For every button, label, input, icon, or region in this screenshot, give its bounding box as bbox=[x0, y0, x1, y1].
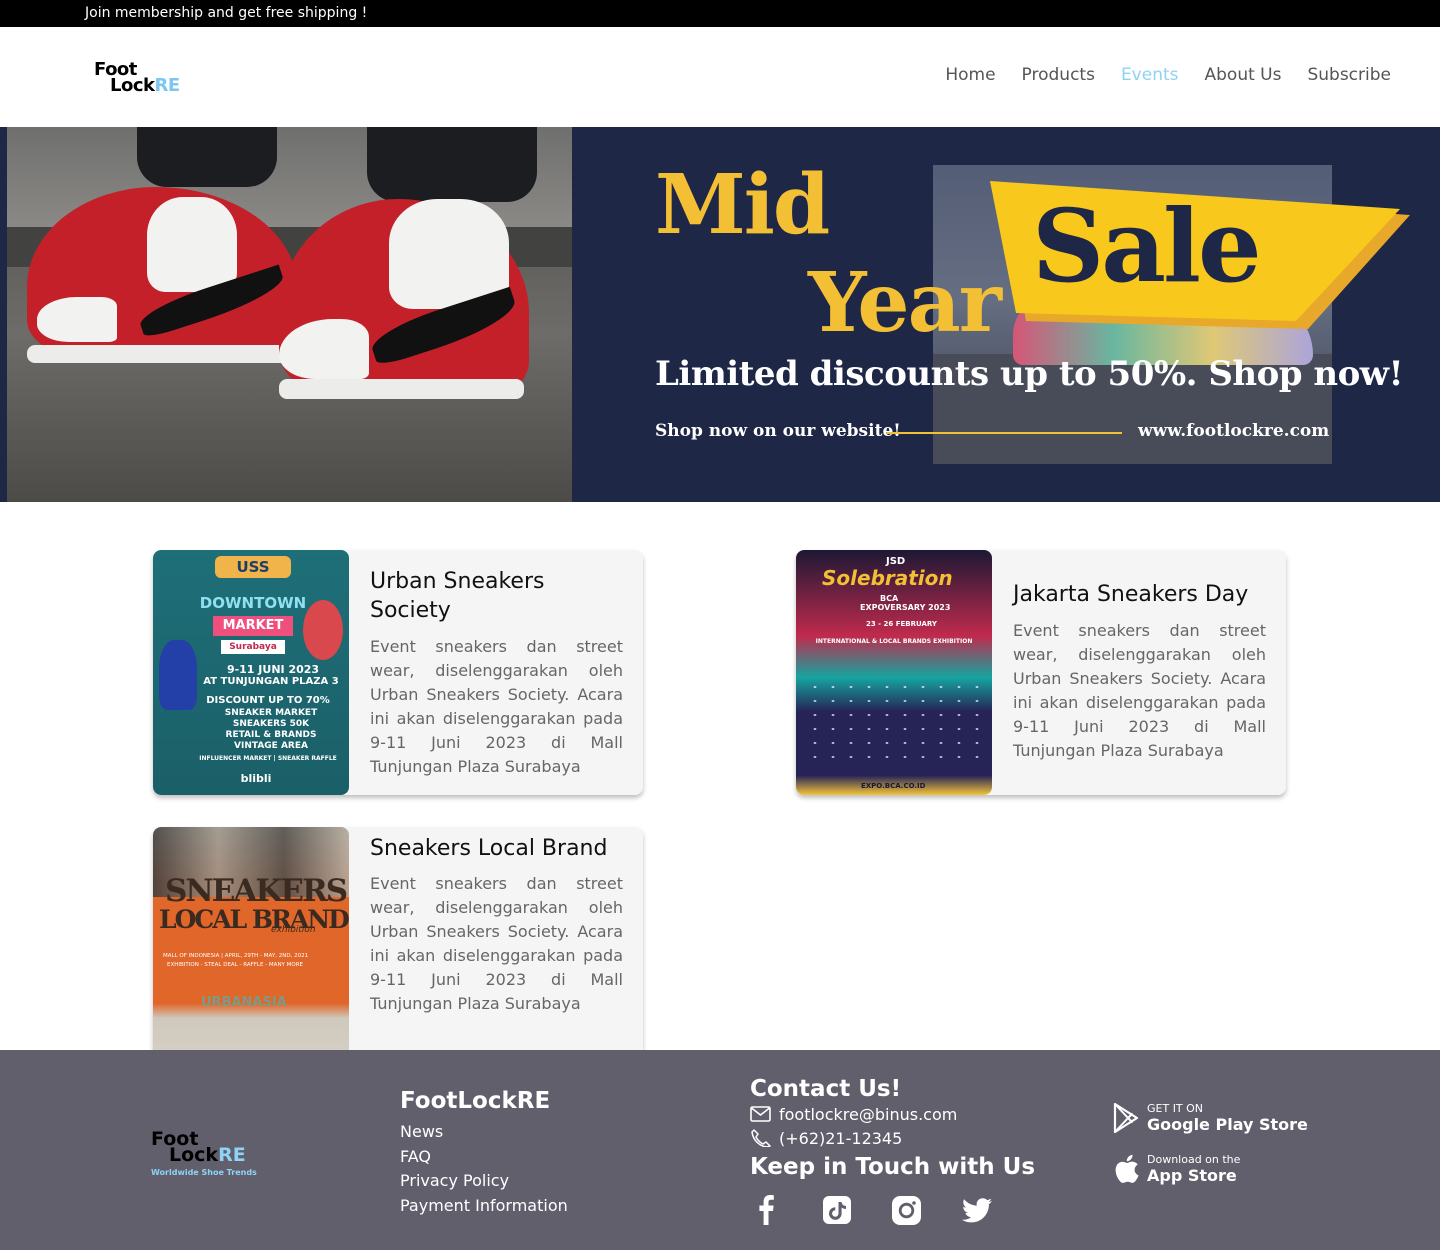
logo-line2: LockRE bbox=[110, 75, 180, 96]
app-store-small: Download on the bbox=[1147, 1153, 1241, 1166]
banner-mid: Mid bbox=[655, 157, 830, 253]
poster-uss-item-3: RETAIL & BRANDS bbox=[225, 730, 317, 740]
poster-uss-line1: DOWNTOWN bbox=[199, 594, 307, 612]
footer-contact: Contact Us! footlockre@binus.com (+62)21… bbox=[750, 1076, 1035, 1180]
banner-tagline: Limited discounts up to 50%. Shop now! bbox=[655, 354, 1404, 394]
tiktok-icon[interactable] bbox=[823, 1196, 851, 1228]
footer-logo-re: RE bbox=[218, 1144, 246, 1166]
phone-icon bbox=[751, 1129, 771, 1147]
poster-jsd-url: EXPO.BCA.CO.ID bbox=[861, 782, 926, 790]
mail-icon bbox=[750, 1106, 771, 1122]
instagram-icon[interactable] bbox=[892, 1196, 921, 1229]
poster-uss-city: Surabaya bbox=[221, 640, 285, 654]
poster-uss-item-1: SNEAKER MARKET bbox=[224, 708, 318, 718]
google-play-small: GET IT ON bbox=[1147, 1102, 1204, 1115]
poster-uss-discount: DISCOUNT UP TO 70% bbox=[206, 695, 330, 706]
contact-phone[interactable]: (+62)21-12345 bbox=[779, 1129, 902, 1148]
site-footer: Foot LockRE Worldwide Shoe Trends FootLo… bbox=[0, 1050, 1440, 1250]
footer-link-news[interactable]: News bbox=[400, 1120, 568, 1145]
event-card-sneakers-local-brand[interactable]: SNEAKERS LOCAL BRANDS exhibition MALL OF… bbox=[153, 827, 643, 1072]
poster-uss-top: USS bbox=[215, 556, 291, 578]
contact-email-row[interactable]: footlockre@binus.com bbox=[750, 1102, 1035, 1126]
main-nav: Home Products Events About Us Subscribe bbox=[919, 65, 1391, 85]
logo-lock: Lock bbox=[110, 75, 155, 96]
promo-bar: Join membership and get free shipping ! bbox=[0, 0, 1440, 27]
banner-url[interactable]: www.footlockre.com bbox=[1138, 421, 1329, 441]
site-logo[interactable]: Foot LockRE bbox=[94, 59, 194, 99]
poster-slb-info1: MALL OF INDONESIA | APRIL, 29TH - MAY, 2… bbox=[163, 953, 309, 959]
event-card-jakarta-sneakers-day[interactable]: JSD Solebration BCA EXPOVERSARY 2023 23 … bbox=[796, 550, 1286, 795]
footer-link-faq[interactable]: FAQ bbox=[400, 1145, 568, 1170]
footer-logo-lock: Lock bbox=[169, 1144, 219, 1166]
poster-slb-info2: EXHIBITION - STEAL DEAL - RAFFLE - MANY … bbox=[167, 962, 304, 968]
contact-email[interactable]: footlockre@binus.com bbox=[779, 1105, 957, 1124]
poster-slb-line1: SNEAKERS bbox=[165, 873, 348, 909]
event-poster-jsd: JSD Solebration BCA EXPOVERSARY 2023 23 … bbox=[796, 550, 992, 795]
poster-jsd-sponsor: BCA bbox=[880, 594, 899, 603]
poster-uss-sponsor: blibli bbox=[240, 772, 272, 785]
poster-slb-sub: exhibition bbox=[271, 925, 316, 935]
app-store-button[interactable]: Download on the App Store bbox=[1113, 1153, 1240, 1185]
nav-products[interactable]: Products bbox=[1022, 65, 1095, 85]
event-title[interactable]: Sneakers Local Brand bbox=[370, 834, 630, 863]
event-title[interactable]: Urban Sneakers Society bbox=[370, 567, 630, 625]
footer-logo[interactable]: Foot LockRE Worldwide Shoe Trends bbox=[151, 1128, 261, 1178]
footer-logo-tagline: Worldwide Shoe Trends bbox=[151, 1168, 257, 1177]
nav-about-us[interactable]: About Us bbox=[1205, 65, 1282, 85]
banner-shop-text: Shop now on our website! bbox=[655, 421, 901, 441]
footer-links: FootLockRE News FAQ Privacy Policy Payme… bbox=[400, 1088, 568, 1218]
nav-subscribe[interactable]: Subscribe bbox=[1307, 65, 1391, 85]
google-play-icon bbox=[1113, 1103, 1139, 1133]
site-header: Foot LockRE Home Products Events About U… bbox=[0, 27, 1440, 127]
poster-jsd-name: Solebration bbox=[822, 566, 953, 590]
footer-link-privacy-policy[interactable]: Privacy Policy bbox=[400, 1169, 568, 1194]
event-card-urban-sneakers-society[interactable]: USS DOWNTOWN MARKET Surabaya 9-11 JUNI 2… bbox=[153, 550, 643, 795]
apple-icon bbox=[1115, 1154, 1139, 1183]
poster-jsd-event: EXPOVERSARY 2023 bbox=[860, 603, 951, 612]
poster-uss-footer: INFLUENCER MARKET | SNEAKER RAFFLE bbox=[199, 755, 337, 762]
nav-home[interactable]: Home bbox=[945, 65, 995, 85]
contact-phone-row[interactable]: (+62)21-12345 bbox=[750, 1126, 1035, 1150]
banner-sale: Sale bbox=[1032, 187, 1262, 305]
app-store-label: App Store bbox=[1147, 1166, 1237, 1185]
poster-uss-line2: MARKET bbox=[213, 616, 293, 636]
twitter-icon[interactable] bbox=[962, 1198, 992, 1227]
banner-divider bbox=[887, 432, 1122, 434]
poster-uss-item-4: VINTAGE AREA bbox=[234, 741, 308, 751]
event-poster-uss: USS DOWNTOWN MARKET Surabaya 9-11 JUNI 2… bbox=[153, 550, 349, 795]
logo-re: RE bbox=[154, 75, 180, 96]
sneaker-photo bbox=[7, 127, 572, 502]
poster-slb-brand: URBANASIA bbox=[201, 995, 287, 1010]
event-poster-slb: SNEAKERS LOCAL BRANDS exhibition MALL OF… bbox=[153, 827, 349, 1072]
event-description: Event sneakers dan street wear, diseleng… bbox=[370, 637, 623, 776]
poster-uss-venue: AT TUNJUNGAN PLAZA 3 bbox=[203, 676, 339, 687]
google-play-button[interactable]: GET IT ON Google Play Store bbox=[1113, 1102, 1308, 1134]
poster-uss-item-2: SNEAKERS 50K bbox=[232, 719, 310, 729]
event-description: Event sneakers dan street wear, diseleng… bbox=[1013, 621, 1266, 760]
social-heading: Keep in Touch with Us bbox=[750, 1154, 1036, 1180]
footer-logo-line2: LockRE bbox=[169, 1144, 246, 1166]
poster-jsd-headline: INTERNATIONAL & LOCAL BRANDS EXHIBITION bbox=[815, 638, 973, 645]
google-play-label: Google Play Store bbox=[1147, 1115, 1308, 1134]
nav-events[interactable]: Events bbox=[1121, 65, 1179, 85]
event-title[interactable]: Jakarta Sneakers Day bbox=[1013, 580, 1273, 609]
facebook-icon[interactable] bbox=[758, 1195, 774, 1229]
mid-year-sale-banner[interactable]: Mid Year Sale Limited discounts up to 50… bbox=[0, 127, 1440, 502]
poster-jsd-dates: 23 - 26 FEBRUARY bbox=[866, 620, 937, 628]
event-description: Event sneakers dan street wear, diseleng… bbox=[370, 874, 623, 1013]
promo-text: Join membership and get free shipping ! bbox=[85, 5, 368, 21]
poster-slb-line2: LOCAL BRANDS bbox=[159, 905, 349, 934]
contact-heading: Contact Us! bbox=[750, 1076, 902, 1102]
footer-link-payment-information[interactable]: Payment Information bbox=[400, 1194, 568, 1219]
footer-brand-heading: FootLockRE bbox=[400, 1088, 551, 1114]
poster-uss-dates: 9-11 JUNI 2023 bbox=[226, 663, 320, 676]
banner-year: Year bbox=[808, 255, 1002, 351]
